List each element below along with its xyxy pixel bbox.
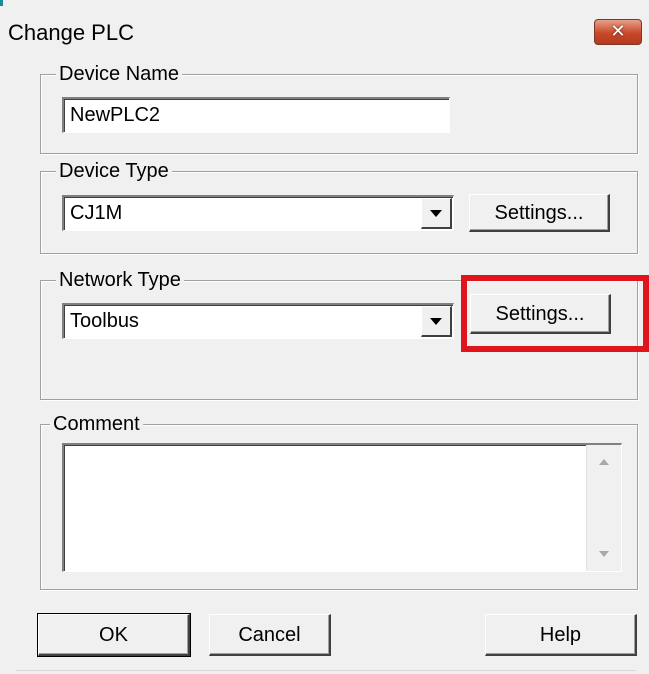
- scroll-up-arrow-icon[interactable]: [587, 445, 621, 479]
- bottom-divider: [16, 670, 636, 671]
- device-name-input[interactable]: NewPLC2: [62, 97, 450, 133]
- ok-button[interactable]: OK: [37, 613, 191, 657]
- network-type-select[interactable]: Toolbus: [62, 303, 454, 339]
- chevron-down-icon[interactable]: [421, 306, 452, 337]
- device-type-label: Device Type: [56, 159, 172, 183]
- device-type-settings-button[interactable]: Settings...: [469, 194, 610, 232]
- dialog-title: Change PLC: [8, 20, 134, 45]
- comment-textarea[interactable]: [62, 443, 622, 572]
- device-type-select[interactable]: CJ1M: [62, 195, 454, 231]
- scroll-down-arrow-icon[interactable]: [587, 537, 621, 571]
- title-bar[interactable]: Change PLC ✕: [0, 6, 649, 56]
- comment-label: Comment: [50, 412, 143, 436]
- device-name-label: Device Name: [56, 62, 183, 86]
- close-button[interactable]: ✕: [594, 19, 642, 45]
- network-type-settings-button[interactable]: Settings...: [470, 294, 611, 334]
- chevron-down-icon[interactable]: [421, 198, 452, 229]
- cancel-button[interactable]: Cancel: [209, 614, 331, 656]
- help-button[interactable]: Help: [485, 614, 637, 656]
- network-type-label: Network Type: [56, 268, 184, 292]
- change-plc-dialog: Change PLC ✕ Device Name NewPLC2 Device …: [0, 0, 649, 674]
- close-icon: ✕: [610, 21, 626, 42]
- comment-scrollbar[interactable]: [586, 445, 621, 571]
